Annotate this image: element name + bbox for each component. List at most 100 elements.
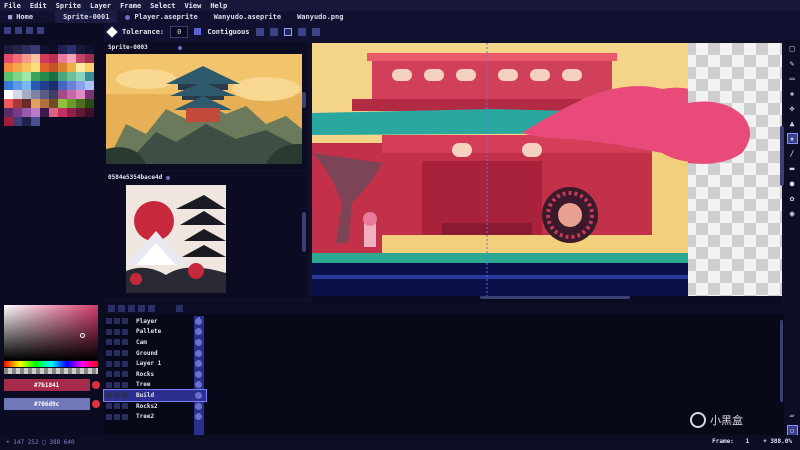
tab-wanyudo-png[interactable]: Wanyudo.png <box>289 11 351 23</box>
move-tool-icon[interactable]: ✥ <box>788 104 797 113</box>
layer-row[interactable]: Ground <box>104 348 206 359</box>
palette-swatch[interactable] <box>40 45 49 54</box>
palette-swatch[interactable] <box>4 54 13 63</box>
palette-swatch[interactable] <box>22 45 31 54</box>
last-frame-icon[interactable] <box>148 304 155 312</box>
palette-swatch[interactable] <box>76 63 85 72</box>
visibility-eye-icon[interactable] <box>106 371 112 378</box>
palette-swatch[interactable] <box>49 81 58 90</box>
continuous-icon[interactable] <box>122 318 128 325</box>
palette-swatch[interactable] <box>76 54 85 63</box>
hue-slider[interactable] <box>4 361 98 367</box>
palette-swatch[interactable] <box>85 45 94 54</box>
palette-options-icon[interactable] <box>26 26 33 34</box>
palette-swatch[interactable] <box>49 72 58 81</box>
tab-wanyudo-aseprite[interactable]: Wanyudo.aseprite <box>206 11 289 23</box>
continuous-icon[interactable] <box>122 328 128 335</box>
palette-swatch[interactable] <box>85 54 94 63</box>
contour-tool-icon[interactable]: ✿ <box>788 194 797 203</box>
palette-swatch[interactable] <box>40 54 49 63</box>
continuous-icon[interactable] <box>122 360 128 367</box>
palette-swatch[interactable] <box>13 63 22 72</box>
tolerance-input[interactable]: 0 <box>170 25 189 38</box>
palette-swatch[interactable] <box>13 99 22 108</box>
palette-swatch[interactable] <box>58 72 67 81</box>
layer-row[interactable]: Rocks2 <box>104 401 206 412</box>
palette-swatch[interactable] <box>22 72 31 81</box>
primary-color-swatch[interactable]: #7b1841 <box>4 379 90 391</box>
palette-swatch[interactable] <box>85 90 94 99</box>
layer-row[interactable]: Tree <box>104 380 206 391</box>
continuous-icon[interactable] <box>122 403 128 410</box>
palette-swatch[interactable] <box>31 108 40 117</box>
layer-cel-icon[interactable] <box>195 328 202 336</box>
palette-swatch[interactable] <box>85 72 94 81</box>
palette-swatch[interactable] <box>40 81 49 90</box>
visibility-eye-icon[interactable] <box>106 350 112 357</box>
layer-cel-icon[interactable] <box>195 413 202 421</box>
layer-cel-icon[interactable] <box>195 360 202 368</box>
palette-swatch[interactable] <box>58 54 67 63</box>
lock-icon[interactable] <box>114 360 120 367</box>
lock-icon[interactable] <box>114 413 120 420</box>
palette-swatch[interactable] <box>40 63 49 72</box>
visibility-eye-icon[interactable] <box>106 339 112 346</box>
lock-icon[interactable] <box>114 339 120 346</box>
palette-swatch[interactable] <box>67 63 76 72</box>
palette-swatch[interactable] <box>49 63 58 72</box>
visibility-eye-icon[interactable] <box>106 360 112 367</box>
palette-swatch[interactable] <box>22 63 31 72</box>
play-icon[interactable] <box>128 304 135 312</box>
palette-swatch[interactable] <box>58 99 67 108</box>
palette-swatch[interactable] <box>58 45 67 54</box>
palette-swatch[interactable] <box>58 81 67 90</box>
brush-mode-icon[interactable] <box>255 27 264 36</box>
lock-icon[interactable] <box>114 403 120 410</box>
palette-swatch[interactable] <box>76 45 85 54</box>
lock-icon[interactable] <box>114 350 120 357</box>
menu-edit[interactable]: Edit <box>30 2 47 10</box>
toggle-preview-icon[interactable]: ▱ <box>788 411 797 420</box>
reference-scrollbar[interactable] <box>302 92 306 108</box>
palette-swatch[interactable] <box>49 54 58 63</box>
layer-row[interactable]: Layer 1 <box>104 358 206 369</box>
palette-swatch[interactable] <box>22 99 31 108</box>
palette-swatch[interactable] <box>13 81 22 90</box>
layer-cel-icon[interactable] <box>195 338 202 346</box>
tab-sprite-0001[interactable]: Sprite-0001 <box>55 11 118 23</box>
tab-home[interactable]: ■ Home <box>0 11 41 23</box>
palette-swatch[interactable] <box>4 45 13 54</box>
menu-view[interactable]: View <box>184 2 201 10</box>
lock-icon[interactable] <box>114 328 120 335</box>
palette-swatch[interactable] <box>85 99 94 108</box>
palette-swatch[interactable] <box>31 54 40 63</box>
palette-swatch[interactable] <box>31 81 40 90</box>
palette-swatch[interactable] <box>76 72 85 81</box>
eraser-tool-icon[interactable]: ▭ <box>788 74 797 83</box>
palette-swatch[interactable] <box>13 108 22 117</box>
visibility-eye-icon[interactable] <box>106 392 112 399</box>
sprite-canvas[interactable] <box>312 43 782 296</box>
menu-frame[interactable]: Frame <box>120 2 141 10</box>
palette-swatch[interactable] <box>67 81 76 90</box>
palette-swatch[interactable] <box>4 81 13 90</box>
palette-menu-icon[interactable] <box>37 26 44 34</box>
layer-row[interactable]: Cam <box>104 337 206 348</box>
ellipse-tool-icon[interactable]: ● <box>788 179 797 188</box>
previous-frame-icon[interactable] <box>118 304 125 312</box>
layer-row[interactable]: Tree2 <box>104 411 206 422</box>
palette-swatch[interactable] <box>4 108 13 117</box>
zoom-in-icon[interactable]: + <box>763 438 767 445</box>
palette-swatch[interactable] <box>67 99 76 108</box>
visibility-eye-icon[interactable] <box>106 318 112 325</box>
palette-swatch[interactable] <box>31 63 40 72</box>
visibility-eye-icon[interactable] <box>106 381 112 388</box>
layer-row[interactable]: Build <box>103 389 207 402</box>
palette-swatch[interactable] <box>22 90 31 99</box>
palette-swatch[interactable] <box>85 63 94 72</box>
contiguous-checkbox[interactable] <box>194 28 202 35</box>
palette-sort-icon[interactable] <box>15 26 22 34</box>
layer-row[interactable]: Rocks <box>104 369 206 380</box>
palette-swatch[interactable] <box>4 99 13 108</box>
timeline-options-icon[interactable] <box>176 304 183 312</box>
